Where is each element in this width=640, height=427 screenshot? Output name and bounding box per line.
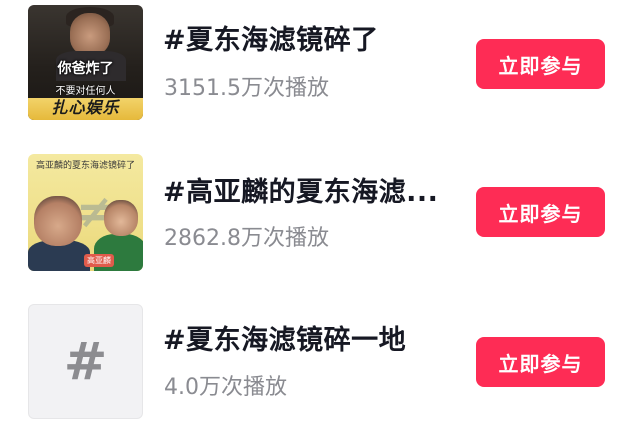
thumbnail-person-left (34, 196, 82, 246)
topic-play-count: 3151.5万次播放 (164, 76, 329, 101)
topic-thumbnail[interactable]: 高亚麟的夏东海滤镜碎了 ≠ 高亚麟 (28, 154, 143, 271)
thumbnail-banner: 高亚麟的夏东海滤镜碎了 (35, 161, 135, 171)
topic-title[interactable]: #高亚麟的夏东海滤... (163, 170, 438, 209)
thumbnail-face (70, 13, 110, 55)
topic-title[interactable]: #夏东海滤镜碎了 (163, 18, 379, 57)
topic-play-count: 2862.8万次播放 (164, 226, 329, 251)
join-button[interactable]: 立即参与 (476, 39, 605, 89)
topic-title[interactable]: #夏东海滤镜碎一地 (163, 318, 406, 357)
thumbnail-logo: 扎心娱乐 (51, 98, 120, 117)
join-button[interactable]: 立即参与 (476, 337, 605, 387)
topic-play-count: 4.0万次播放 (164, 375, 287, 400)
topic-list: 你爸炸了 不要对任何人 扎心娱乐 #夏东海滤镜碎了 3151.5万次播放 立即参… (0, 0, 640, 427)
thumbnail-caption: 你爸炸了 (57, 61, 114, 77)
topic-item[interactable]: 你爸炸了 不要对任何人 扎心娱乐 #夏东海滤镜碎了 3151.5万次播放 立即参… (0, 0, 640, 120)
topic-item[interactable]: 高亚麟的夏东海滤镜碎了 ≠ 高亚麟 #高亚麟的夏东海滤... 2862.8万次播… (0, 153, 640, 271)
hashtag-icon: # (63, 331, 108, 392)
join-button[interactable]: 立即参与 (476, 187, 605, 237)
topic-thumbnail[interactable]: 你爸炸了 不要对任何人 扎心娱乐 (28, 5, 143, 120)
thumbnail-person-right (104, 200, 138, 236)
thumbnail-tag: 高亚麟 (84, 254, 114, 267)
topic-thumbnail[interactable]: # (28, 304, 143, 419)
topic-item[interactable]: # #夏东海滤镜碎一地 4.0万次播放 立即参与 (0, 301, 640, 419)
